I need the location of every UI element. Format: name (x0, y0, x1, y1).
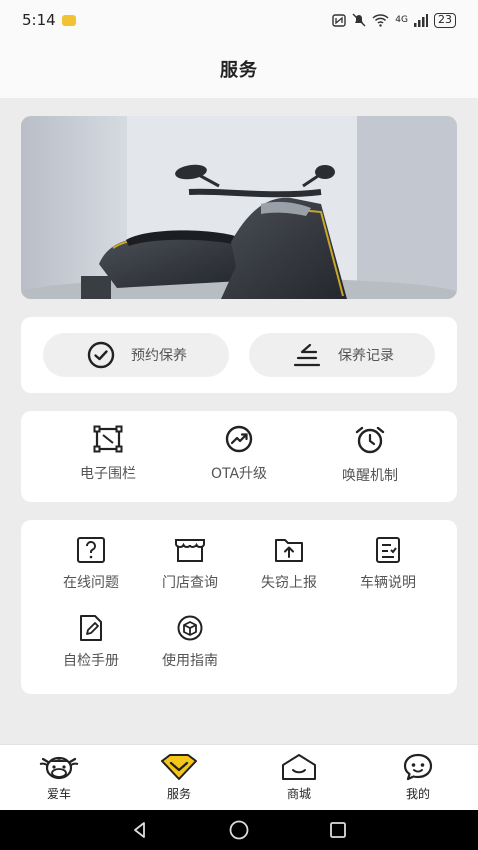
record-icon (293, 343, 321, 367)
title-bar: 服务 (0, 40, 478, 98)
home-button[interactable] (219, 810, 259, 850)
online-questions-button[interactable]: 在线问题 (45, 536, 137, 592)
status-right: 4G 23 (332, 12, 456, 28)
theft-report-button[interactable]: 失窃上报 (243, 536, 335, 592)
online-questions-label: 在线问题 (63, 575, 119, 591)
alarm-clock-icon (355, 426, 385, 454)
system-nav-bar (0, 810, 478, 850)
chat-face-icon (403, 753, 433, 781)
status-bar: 5:14 4G 23 (0, 0, 478, 40)
tab-shop-label: 商城 (286, 787, 311, 801)
tab-shop[interactable]: 商城 (259, 753, 339, 802)
mute-icon (352, 13, 366, 27)
wifi-icon (372, 13, 389, 27)
notification-icon (61, 14, 76, 26)
checklist-icon (376, 537, 400, 563)
nfc-icon (332, 13, 346, 27)
tab-service-label: 服务 (166, 787, 191, 801)
electronic-fence-button[interactable]: 电子围栏 (53, 425, 163, 483)
ota-upgrade-button[interactable]: OTA升级 (184, 425, 294, 483)
status-left: 5:14 (22, 11, 76, 29)
diamond-icon (161, 754, 197, 780)
bottom-tab-bar: 爱车 服务 商城 我的 (0, 744, 478, 810)
vehicle-manual-label: 车辆说明 (360, 575, 416, 591)
tab-mine[interactable]: 我的 (378, 753, 458, 802)
tab-service[interactable]: 服务 (139, 753, 219, 802)
book-maintenance-label: 预约保养 (131, 348, 187, 364)
manual-icon (80, 615, 102, 641)
guide-box-icon (177, 615, 203, 641)
wake-up-label: 唤醒机制 (342, 468, 398, 484)
theft-report-label: 失窃上报 (261, 575, 317, 591)
store-icon (175, 539, 205, 562)
wake-up-button[interactable]: 唤醒机制 (315, 425, 425, 485)
self-check-manual-label: 自检手册 (63, 653, 119, 669)
recents-icon (330, 822, 347, 838)
report-upload-icon (275, 539, 303, 562)
back-button[interactable] (120, 810, 160, 850)
back-icon (133, 822, 145, 838)
upgrade-icon (225, 425, 253, 453)
banner-image[interactable] (21, 116, 457, 299)
vehicle-manual-button[interactable]: 车辆说明 (342, 536, 434, 592)
features-card: 电子围栏 OTA升级 唤醒机制 (21, 411, 457, 502)
electronic-fence-label: 电子围栏 (80, 466, 136, 482)
maintenance-record-button[interactable]: 保养记录 (249, 333, 435, 377)
self-check-manual-button[interactable]: 自检手册 (45, 614, 137, 670)
page-title: 服务 (220, 60, 258, 81)
signal-icon (414, 13, 428, 27)
recents-button[interactable] (318, 810, 358, 850)
tab-my-car[interactable]: 爱车 (19, 753, 99, 802)
network-type: 4G (395, 15, 408, 25)
store-search-button[interactable]: 门店查询 (144, 536, 236, 592)
status-time: 5:14 (22, 11, 56, 29)
quick-actions-card: 预约保养 保养记录 (21, 317, 457, 393)
fence-icon (93, 425, 123, 453)
user-guide-label: 使用指南 (162, 653, 218, 669)
book-maintenance-button[interactable]: 预约保养 (43, 333, 229, 377)
home-icon (229, 820, 249, 840)
check-circle-icon (87, 341, 115, 369)
tools-card: 在线问题 门店查询 失窃上报 车辆说明 自检手册 使用指南 (21, 520, 457, 694)
ota-upgrade-label: OTA升级 (210, 466, 268, 482)
user-guide-button[interactable]: 使用指南 (144, 614, 236, 670)
maintenance-record-label: 保养记录 (338, 348, 394, 364)
question-icon (77, 537, 105, 563)
scooter-photo (21, 116, 457, 299)
tab-my-car-label: 爱车 (46, 787, 71, 801)
battery-indicator: 23 (434, 12, 456, 28)
shop-icon (282, 754, 316, 780)
store-search-label: 门店查询 (162, 575, 218, 591)
cow-icon (39, 756, 79, 780)
tab-mine-label: 我的 (405, 787, 430, 801)
